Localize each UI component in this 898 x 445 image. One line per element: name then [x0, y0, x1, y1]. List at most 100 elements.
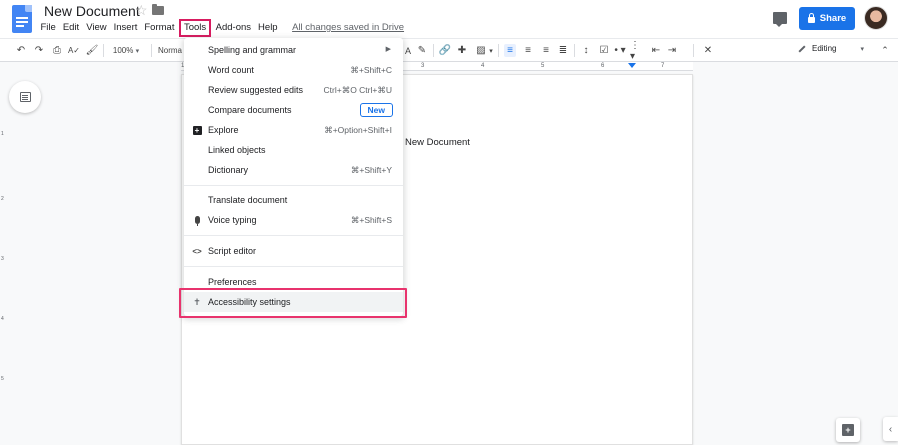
menu-item-shortcut: ⌘+Shift+C — [350, 65, 392, 75]
editing-mode-select[interactable]: Editing ▾ — [798, 44, 864, 53]
menu-item-shortcut: ⌘+Shift+Y — [350, 165, 392, 175]
menu-item-linked-objects[interactable]: Linked objects — [184, 140, 403, 160]
line-spacing-icon[interactable]: ↕ — [580, 44, 592, 57]
menu-view[interactable]: View — [83, 21, 110, 35]
menu-item-label: Word count — [208, 65, 254, 75]
star-icon[interactable]: ☆ — [135, 2, 148, 19]
menu-item-explore[interactable]: + Explore ⌘+Option+Shift+I — [184, 120, 403, 140]
checklist-icon[interactable]: ☑ — [598, 44, 610, 57]
chevron-down-icon: ▾ — [860, 45, 864, 53]
ruler-mark: 7 — [661, 63, 665, 69]
explore-icon: + — [192, 125, 202, 135]
align-center-icon[interactable]: ≡ — [522, 44, 534, 57]
paint-format-icon[interactable]: 🖌 — [86, 44, 99, 57]
toolbar-divider — [151, 44, 152, 57]
chevron-down-icon[interactable]: ▾ — [488, 44, 494, 57]
share-label: Share — [819, 13, 847, 24]
add-comment-icon[interactable]: ✚ — [456, 44, 468, 57]
ruler-mark: 1 — [1, 131, 4, 137]
document-body-text[interactable]: New Document — [405, 137, 470, 148]
zoom-select[interactable]: 100% ▾ — [110, 44, 142, 57]
ruler-mark: 4 — [481, 63, 485, 69]
ruler-mark: 5 — [1, 376, 4, 382]
side-panel-toggle[interactable]: ‹ — [883, 417, 898, 441]
menu-item-review-suggested-edits[interactable]: Review suggested edits Ctrl+⌘O Ctrl+⌘U — [184, 80, 403, 100]
menu-item-spelling-grammar[interactable]: Spelling and grammar ▶ — [184, 40, 403, 60]
ruler-mark: 3 — [1, 256, 4, 262]
explore-button[interactable]: + — [836, 418, 860, 442]
ruler-mark: 3 — [421, 63, 425, 69]
menu-divider — [184, 266, 403, 267]
toolbar-divider — [574, 44, 575, 57]
numbered-list-icon[interactable]: ⋮ ▾ — [630, 40, 646, 62]
share-button[interactable]: Share — [799, 7, 855, 30]
menu-addons[interactable]: Add-ons — [212, 21, 254, 35]
lock-icon — [807, 13, 815, 23]
menu-insert[interactable]: Insert — [110, 21, 141, 35]
document-title[interactable]: New Document — [44, 3, 140, 19]
saved-status-link[interactable]: All changes saved in Drive — [289, 21, 407, 35]
clear-formatting-icon[interactable]: ✕ — [702, 44, 714, 57]
decrease-indent-icon[interactable]: ⇤ — [650, 44, 662, 57]
submenu-arrow-icon: ▶ — [385, 46, 391, 53]
chevron-left-icon: ‹ — [888, 423, 893, 435]
bulleted-list-icon[interactable]: • ▾ — [612, 44, 628, 57]
menubar: File Edit View Insert Format Tools Add-o… — [37, 19, 407, 37]
menu-item-voice-typing[interactable]: Voice typing ⌘+Shift+S — [184, 210, 403, 230]
menu-item-translate-document[interactable]: Translate document — [184, 190, 403, 210]
menu-item-shortcut: ⌘+Shift+S — [350, 215, 392, 225]
code-icon: <> — [192, 246, 202, 256]
toolbar-divider — [433, 44, 434, 57]
folder-icon[interactable] — [152, 4, 164, 15]
menu-item-label: Spelling and grammar — [208, 45, 297, 55]
ruler-mark: 2 — [1, 196, 4, 202]
menu-divider — [184, 185, 403, 186]
align-justify-icon[interactable]: ≣ — [557, 44, 569, 57]
avatar[interactable] — [864, 6, 888, 30]
ruler-mark: 5 — [541, 63, 545, 69]
docs-logo-icon[interactable] — [12, 5, 32, 33]
ruler-mark: 4 — [1, 316, 4, 322]
menu-item-script-editor[interactable]: <> Script editor — [184, 241, 403, 261]
collapse-menus-icon[interactable]: ⌃ — [879, 44, 891, 57]
menu-edit[interactable]: Edit — [59, 21, 82, 35]
menu-item-label: Dictionary — [208, 165, 249, 175]
menu-format[interactable]: Format — [141, 21, 178, 35]
menu-tools[interactable]: Tools — [178, 19, 212, 37]
print-icon[interactable]: ⎙ — [51, 44, 63, 57]
undo-icon[interactable]: ↶ — [15, 44, 27, 57]
highlight-color-icon[interactable]: ✎ — [417, 44, 427, 57]
increase-indent-icon[interactable]: ⇥ — [666, 44, 678, 57]
paragraph-style-select[interactable]: Normal — [158, 44, 182, 57]
align-right-icon[interactable]: ≡ — [540, 44, 552, 57]
comments-icon[interactable] — [773, 12, 787, 27]
spellcheck-icon[interactable]: A✓ — [67, 44, 81, 57]
pencil-icon — [798, 44, 806, 53]
text-color-icon[interactable]: A — [403, 44, 413, 57]
menu-item-label: Translate document — [208, 195, 288, 205]
link-icon[interactable]: 🔗 — [439, 44, 451, 57]
document-outline-button[interactable] — [9, 81, 41, 113]
vertical-ruler: 1 2 3 4 5 — [0, 71, 8, 445]
menu-item-shortcut: Ctrl+⌘O Ctrl+⌘U — [323, 85, 392, 95]
redo-icon[interactable]: ↷ — [33, 44, 45, 57]
right-indent-marker[interactable] — [628, 63, 636, 68]
menu-item-label: Linked objects — [208, 145, 266, 155]
ruler-mark: 6 — [601, 63, 605, 69]
menu-file[interactable]: File — [37, 21, 59, 35]
toolbar: ↶ ↷ ⎙ A✓ 🖌 100% ▾ Normal A ✎ 🔗 ✚ ▨ ▾ ≡ ≡… — [0, 38, 898, 62]
annotation-highlight-box — [179, 288, 407, 318]
toolbar-divider — [498, 44, 499, 57]
menu-item-label: Review suggested edits — [208, 85, 304, 95]
menu-item-word-count[interactable]: Word count ⌘+Shift+C — [184, 60, 403, 80]
align-left-icon[interactable]: ≡ — [504, 44, 516, 57]
outline-icon — [19, 92, 31, 102]
paragraph-style-value: Normal — [158, 46, 182, 55]
insert-image-icon[interactable]: ▨ — [474, 44, 488, 57]
menu-item-label: Voice typing — [208, 215, 257, 225]
menu-item-dictionary[interactable]: Dictionary ⌘+Shift+Y — [184, 160, 403, 180]
menu-item-compare-documents[interactable]: Compare documents New — [184, 100, 403, 120]
menu-help[interactable]: Help — [255, 21, 282, 35]
menu-item-shortcut: ⌘+Option+Shift+I — [324, 125, 392, 135]
new-badge: New — [359, 103, 393, 117]
